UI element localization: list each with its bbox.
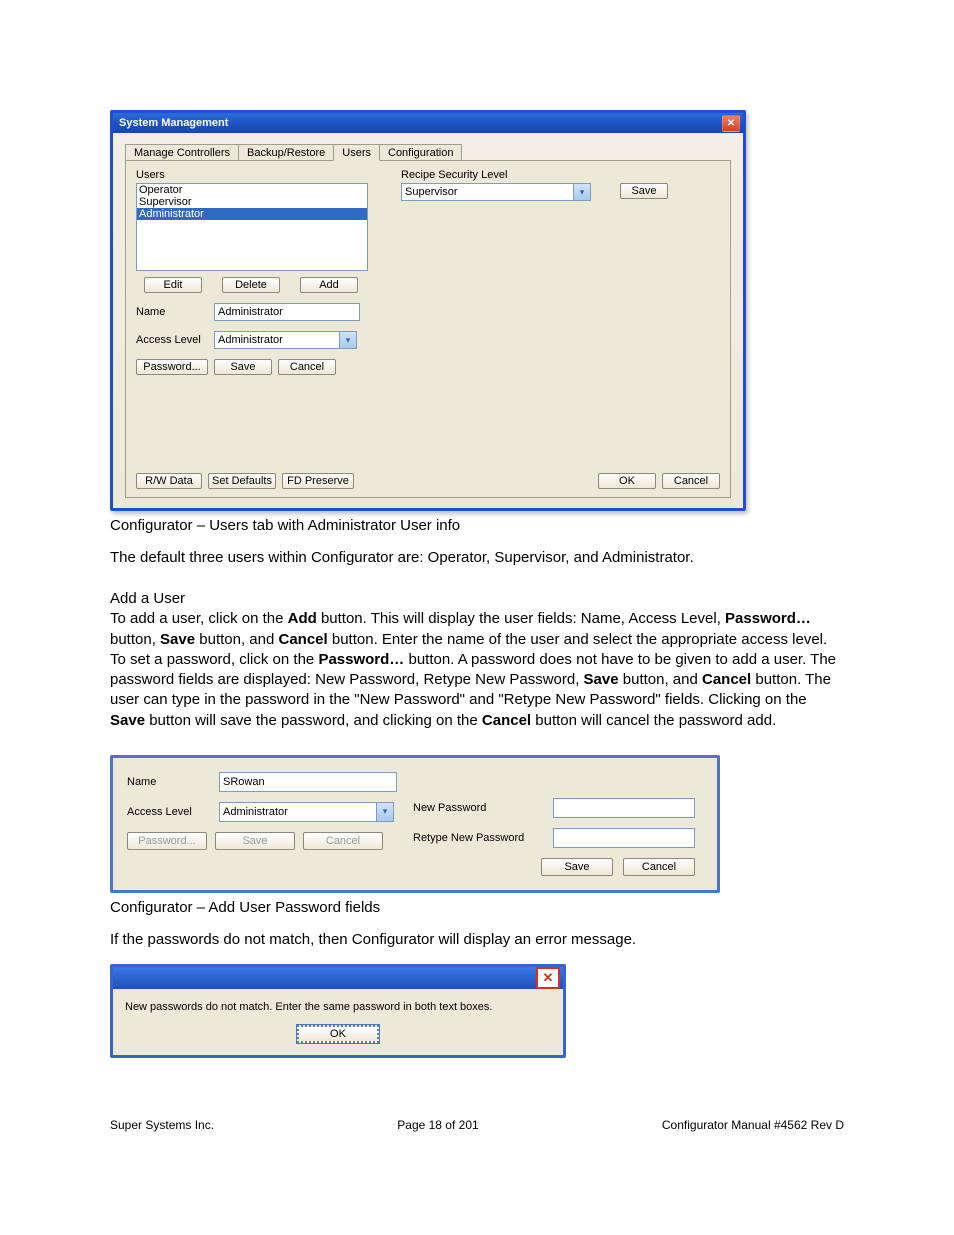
set-defaults-button[interactable]: Set Defaults [208, 473, 276, 489]
fd-preserve-button[interactable]: FD Preserve [282, 473, 354, 489]
figure-caption: Configurator – Users tab with Administra… [110, 517, 844, 534]
recipe-security-value: Supervisor [405, 186, 458, 198]
body-paragraph: To add a user, click on the Add button. … [110, 609, 844, 731]
access-level-select[interactable]: Administrator ▾ [214, 331, 357, 349]
add-user-password-panel: Name SRowan Access Level Administrator ▾… [110, 755, 720, 893]
tab-strip: Manage Controllers Backup/Restore Users … [125, 143, 731, 160]
retype-password-input[interactable] [553, 828, 695, 848]
section-heading-add-user: Add a User [110, 590, 844, 607]
save-button: Save [215, 832, 295, 850]
footer-left: Super Systems Inc. [110, 1118, 214, 1132]
body-paragraph: If the passwords do not match, then Conf… [110, 930, 844, 950]
access-level-value: Administrator [218, 334, 283, 346]
users-label: Users [136, 169, 381, 181]
body-paragraph: The default three users within Configura… [110, 548, 844, 568]
name-input[interactable]: Administrator [214, 303, 360, 321]
access-level-label: Access Level [136, 334, 214, 346]
list-item[interactable]: Supervisor [137, 196, 367, 208]
tab-manage-controllers[interactable]: Manage Controllers [125, 144, 239, 161]
recipe-save-button[interactable]: Save [620, 183, 668, 199]
name-label: Name [136, 306, 214, 318]
close-icon[interactable]: ✕ [536, 967, 560, 989]
list-item[interactable]: Operator [137, 184, 367, 196]
tab-panel-users: Users Operator Supervisor Administrator … [125, 160, 731, 498]
recipe-security-label: Recipe Security Level [401, 169, 591, 181]
delete-button[interactable]: Delete [222, 277, 280, 293]
cancel-button: Cancel [303, 832, 383, 850]
access-level-select[interactable]: Administrator ▾ [219, 802, 394, 822]
close-icon[interactable]: ✕ [722, 115, 740, 132]
messagebox-titlebar[interactable]: ✕ [113, 967, 563, 989]
footer-center: Page 18 of 201 [397, 1118, 478, 1132]
list-item-selected[interactable]: Administrator [137, 208, 367, 220]
name-input[interactable]: SRowan [219, 772, 397, 792]
cancel-button[interactable]: Cancel [662, 473, 720, 489]
tab-users[interactable]: Users [333, 144, 380, 161]
access-level-value: Administrator [223, 806, 288, 818]
system-management-window: System Management ✕ Manage Controllers B… [110, 110, 746, 511]
page-footer: Super Systems Inc. Page 18 of 201 Config… [110, 1118, 844, 1132]
save-button[interactable]: Save [214, 359, 272, 375]
tab-backup-restore[interactable]: Backup/Restore [238, 144, 334, 161]
tab-configuration[interactable]: Configuration [379, 144, 462, 161]
save-button[interactable]: Save [541, 858, 613, 876]
ok-button[interactable]: OK [598, 473, 656, 489]
edit-button[interactable]: Edit [144, 277, 202, 293]
name-label: Name [127, 776, 219, 788]
window-title: System Management [119, 117, 722, 129]
users-listbox[interactable]: Operator Supervisor Administrator [136, 183, 368, 271]
new-password-label: New Password [413, 802, 553, 814]
error-messagebox: ✕ New passwords do not match. Enter the … [110, 964, 566, 1058]
retype-password-label: Retype New Password [413, 832, 553, 844]
figure-caption: Configurator – Add User Password fields [110, 899, 844, 916]
password-button[interactable]: Password... [136, 359, 208, 375]
chevron-down-icon[interactable]: ▾ [339, 332, 356, 348]
rw-data-button[interactable]: R/W Data [136, 473, 202, 489]
access-level-label: Access Level [127, 806, 219, 818]
chevron-down-icon[interactable]: ▾ [376, 803, 393, 821]
window-titlebar[interactable]: System Management ✕ [113, 113, 743, 133]
recipe-security-select[interactable]: Supervisor ▾ [401, 183, 591, 201]
cancel-button[interactable]: Cancel [278, 359, 336, 375]
ok-button[interactable]: OK [297, 1025, 379, 1043]
new-password-input[interactable] [553, 798, 695, 818]
password-button: Password... [127, 832, 207, 850]
cancel-button[interactable]: Cancel [623, 858, 695, 876]
footer-right: Configurator Manual #4562 Rev D [662, 1118, 844, 1132]
messagebox-text: New passwords do not match. Enter the sa… [113, 989, 563, 1025]
chevron-down-icon[interactable]: ▾ [573, 184, 590, 200]
add-button[interactable]: Add [300, 277, 358, 293]
